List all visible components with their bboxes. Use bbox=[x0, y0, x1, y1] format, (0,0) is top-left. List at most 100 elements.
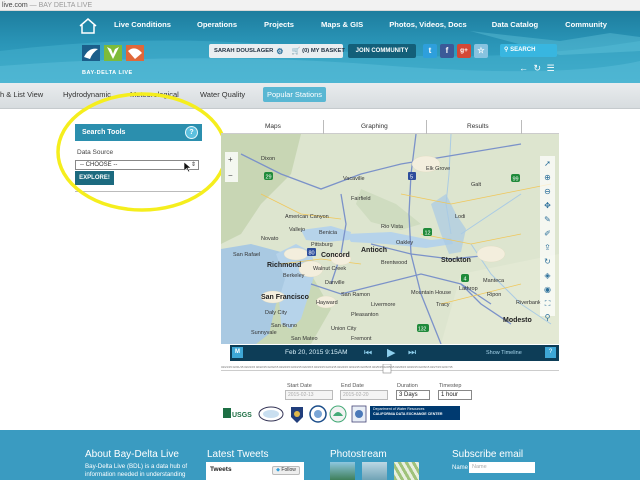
agency-seal-3 bbox=[309, 405, 327, 423]
dwr-line2: CALIFORNIA DATA EXCHANGE CENTER bbox=[373, 412, 443, 416]
timestep-select[interactable]: 1 hour bbox=[438, 390, 472, 400]
layers-icon[interactable]: ◈ bbox=[540, 270, 555, 282]
city-san-bruno: San Bruno bbox=[271, 323, 297, 329]
latest-tweets-title: Latest Tweets bbox=[207, 449, 269, 460]
fullscreen-icon[interactable]: ⛶ bbox=[540, 298, 555, 310]
follow-label: Follow bbox=[281, 467, 296, 473]
home-icon[interactable] bbox=[78, 17, 98, 35]
pointer-tool-icon[interactable]: ➚ bbox=[540, 158, 555, 170]
zoom-in-icon[interactable]: ⊕ bbox=[540, 172, 555, 184]
nav-data-catalog[interactable]: Data Catalog bbox=[492, 20, 538, 29]
bookmark-star-icon[interactable]: ☆ bbox=[474, 44, 488, 58]
duration-label: Duration bbox=[397, 383, 418, 389]
highway-shield-132: 132 bbox=[417, 324, 429, 333]
city-mountain-house: Mountain House bbox=[411, 290, 451, 296]
logo-text: BAY-DELTA LIVE bbox=[82, 70, 133, 76]
photo-thumbnail[interactable] bbox=[362, 462, 387, 480]
timeline-help-icon[interactable]: ? bbox=[545, 347, 556, 358]
city-san-mateo: San Mateo bbox=[291, 336, 318, 342]
city-sunnyvale: Sunnyvale bbox=[251, 330, 277, 336]
end-date-input[interactable]: 2015-02-20 bbox=[340, 390, 388, 400]
draw-tool-icon[interactable]: ✎ bbox=[540, 214, 555, 226]
search-map-icon[interactable]: ⚲ bbox=[540, 312, 555, 324]
start-date-input[interactable]: 2015-02-13 bbox=[285, 390, 333, 400]
search-icon: ⚲ bbox=[504, 47, 509, 53]
photo-thumbnail[interactable] bbox=[394, 462, 419, 480]
base-map[interactable]: Elk Grove Fairfield Vacaville Dixon Amer… bbox=[221, 134, 559, 344]
svg-text:+: + bbox=[228, 155, 233, 164]
city-benicia: Benicia bbox=[319, 230, 338, 236]
agency-seal-5 bbox=[351, 405, 367, 423]
pan-tool-icon[interactable]: ✥ bbox=[540, 200, 555, 212]
tab-maps[interactable]: Maps bbox=[265, 123, 281, 130]
nav-projects[interactable]: Projects bbox=[264, 20, 294, 29]
follow-button[interactable]: ◆ Follow bbox=[272, 466, 300, 475]
zoom-out-icon[interactable]: ⊖ bbox=[540, 186, 555, 198]
name-input[interactable]: Name bbox=[469, 462, 535, 473]
city-hayward: Hayward bbox=[316, 300, 338, 306]
upload-icon[interactable]: ⇪ bbox=[540, 242, 555, 254]
globe-icon[interactable]: ◉ bbox=[540, 284, 555, 296]
mouse-cursor-icon bbox=[184, 162, 192, 172]
city-tracy: Tracy bbox=[436, 302, 450, 308]
duration-select[interactable]: 3 Days bbox=[396, 390, 430, 400]
twitter-icon[interactable]: t bbox=[423, 44, 437, 58]
start-date-label: Start Date bbox=[287, 383, 312, 389]
city-galt: Galt bbox=[471, 182, 482, 188]
my-basket-link[interactable]: (0) MY BASKET bbox=[302, 48, 345, 54]
timeline-tick-labels: 02/21/15 02/21/15 02/21/15 02/22/15 02/2… bbox=[221, 365, 453, 369]
tab-results[interactable]: Results bbox=[467, 123, 489, 130]
previous-icon[interactable]: ⏭ bbox=[364, 347, 372, 358]
city-pittsburg: Pittsburg bbox=[311, 242, 333, 248]
tab-map-list-view[interactable]: h & List View bbox=[0, 90, 43, 99]
city-san-francisco: San Francisco bbox=[261, 294, 309, 301]
list-menu-icon[interactable]: ☰ bbox=[547, 63, 555, 73]
city-elk-grove: Elk Grove bbox=[426, 166, 450, 172]
nav-maps-gis[interactable]: Maps & GIS bbox=[321, 20, 363, 29]
title-separator: — bbox=[27, 2, 39, 9]
nav-photos-videos-docs[interactable]: Photos, Videos, Docs bbox=[389, 20, 467, 29]
nav-live-conditions[interactable]: Live Conditions bbox=[114, 20, 171, 29]
city-oakley: Oakley bbox=[396, 240, 413, 246]
tab-popular-stations[interactable]: Popular Stations bbox=[263, 87, 327, 102]
nav-community[interactable]: Community bbox=[565, 20, 607, 29]
nav-operations[interactable]: Operations bbox=[197, 20, 237, 29]
show-timeline-link[interactable]: Show Timeline bbox=[486, 350, 522, 356]
photostream-title: Photostream bbox=[330, 449, 387, 460]
back-arrow-icon[interactable]: ← bbox=[519, 63, 528, 73]
browser-url-bar[interactable]: live.com — BAY DELTA LIVE bbox=[0, 0, 640, 11]
tab-divider bbox=[323, 120, 324, 134]
city-daly-city: Daly City bbox=[265, 310, 287, 316]
end-date-label: End Date bbox=[341, 383, 364, 389]
google-plus-icon[interactable]: g+ bbox=[457, 44, 471, 58]
join-community-button[interactable]: JOIN COMMUNITY bbox=[348, 44, 416, 58]
user-name[interactable]: SARAH DOUSLAGER bbox=[209, 48, 273, 54]
next-icon[interactable]: ⏭ bbox=[408, 347, 416, 358]
tweets-widget[interactable]: Tweets ◆ Follow bbox=[206, 462, 304, 480]
user-bar: SARAH DOUSLAGER ⚙ 🛒 (0) MY BASKET bbox=[209, 44, 345, 58]
city-san-ramon: San Ramon bbox=[341, 292, 370, 298]
city-antioch: Antioch bbox=[361, 247, 387, 254]
search-button[interactable]: ⚲ SEARCH bbox=[500, 44, 557, 57]
main-nav: Live Conditions Operations Projects Maps… bbox=[114, 20, 607, 29]
dwr-cdec-logo: Department of Water Resources CALIFORNIA… bbox=[370, 406, 460, 420]
facebook-icon[interactable]: f bbox=[440, 44, 454, 58]
photo-thumbnail[interactable] bbox=[330, 462, 355, 480]
gear-icon[interactable]: ⚙ bbox=[276, 47, 283, 56]
city-brentwood: Brentwood bbox=[381, 260, 407, 266]
highway-shield-i80: 80 bbox=[307, 248, 316, 257]
basket-icon: 🛒 bbox=[291, 48, 301, 55]
refresh-map-icon[interactable]: ↻ bbox=[540, 256, 555, 268]
svg-text:USGS: USGS bbox=[232, 412, 252, 419]
measure-tool-icon[interactable]: ✐ bbox=[540, 228, 555, 240]
map-view[interactable]: Elk Grove Fairfield Vacaville Dixon Amer… bbox=[221, 134, 559, 344]
refresh-icon[interactable]: ↻ bbox=[534, 63, 542, 73]
svg-text:80: 80 bbox=[309, 251, 315, 257]
play-icon[interactable]: ▶ bbox=[387, 346, 395, 359]
city-san-rafael: San Rafael bbox=[233, 252, 260, 258]
timeline-mode-button[interactable]: M bbox=[232, 347, 243, 358]
map-zoom-control[interactable]: + − bbox=[225, 152, 238, 182]
subscribe-title: Subscribe email bbox=[452, 449, 524, 460]
tab-graphing[interactable]: Graphing bbox=[361, 123, 388, 130]
timeline-date: Feb 20, 2015 9:15AM bbox=[285, 349, 348, 356]
